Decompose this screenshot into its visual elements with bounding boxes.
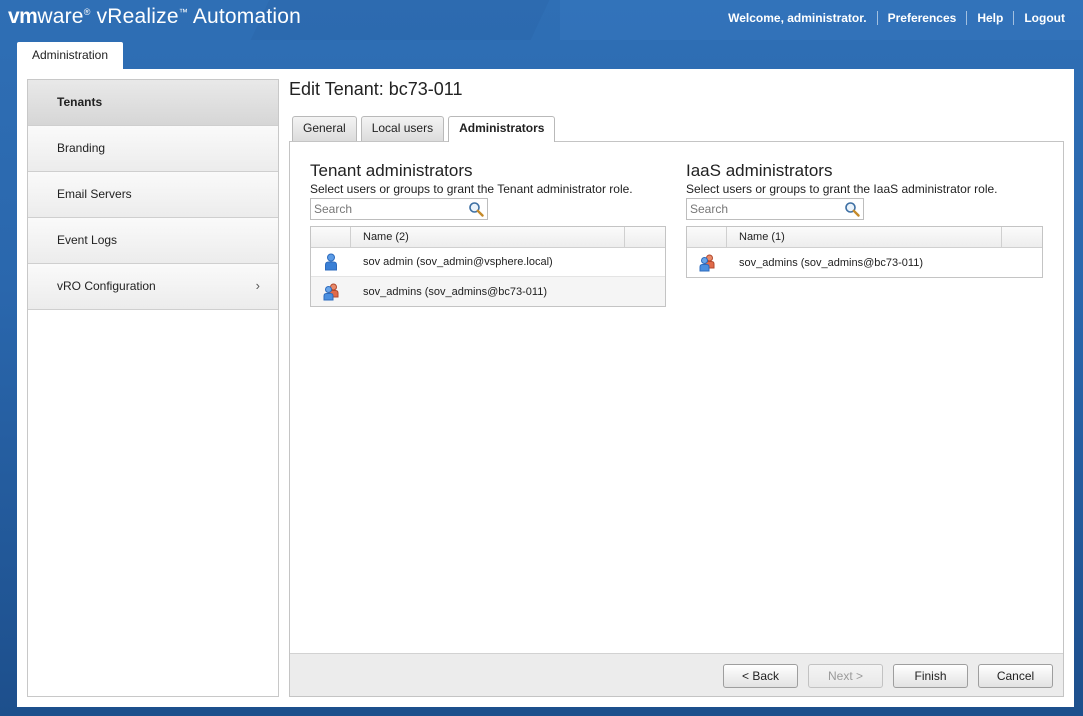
- search-input[interactable]: [311, 199, 461, 219]
- tab-panel: Tenant administrators Select users or gr…: [289, 141, 1064, 697]
- table-header: Name (1): [687, 227, 1042, 248]
- section-description: Select users or groups to grant the IaaS…: [686, 182, 998, 196]
- table-row[interactable]: sov_admins (sov_admins@bc73-011): [311, 277, 665, 306]
- tab-strip: General Local users Administrators: [292, 116, 559, 142]
- search-icon[interactable]: [468, 201, 484, 217]
- product-name: vRealize™ Automation: [96, 5, 302, 28]
- sidebar-item-label: Tenants: [57, 95, 103, 109]
- finish-button[interactable]: Finish: [893, 664, 968, 688]
- column-header-icon: [311, 227, 351, 247]
- divider: [966, 11, 968, 25]
- column-header-name[interactable]: Name (1): [727, 227, 1002, 247]
- table-row[interactable]: sov admin (sov_admin@vsphere.local): [311, 248, 665, 277]
- chevron-right-icon: ›: [255, 278, 260, 293]
- sidebar-item-label: Event Logs: [57, 233, 118, 247]
- sidebar-item-label: Branding: [57, 141, 106, 155]
- tab-administration[interactable]: Administration: [17, 42, 123, 70]
- tenant-admins-table: Name (2) sov admin (sov_admin@vsphere.lo…: [310, 226, 666, 307]
- divider: [876, 11, 878, 25]
- table-row[interactable]: sov_admins (sov_admins@bc73-011): [687, 248, 1042, 277]
- column-header-icon: [687, 227, 727, 247]
- search-input[interactable]: [687, 199, 837, 219]
- section-title: Tenant administrators: [310, 161, 473, 180]
- iaas-admins-table: Name (1) sov_admins (sov_admins@bc73-011…: [686, 226, 1043, 278]
- page-title: Edit Tenant: bc73-011: [289, 79, 463, 99]
- help-link[interactable]: Help: [977, 11, 1003, 25]
- cancel-button[interactable]: Cancel: [978, 664, 1053, 688]
- group-icon: [699, 254, 715, 271]
- section-title: IaaS administrators: [686, 161, 833, 180]
- tenant-admins-search: [310, 198, 488, 220]
- content-area: Edit Tenant: bc73-011 General Local user…: [289, 79, 1064, 697]
- column-header-spacer: [1002, 227, 1042, 247]
- table-header: Name (2): [311, 227, 665, 248]
- next-button[interactable]: Next >: [808, 664, 883, 688]
- iaas-admins-search: [686, 198, 864, 220]
- wizard-footer: < Back Next > Finish Cancel: [290, 653, 1063, 696]
- group-icon: [323, 283, 339, 300]
- sidebar-item-vro-configuration[interactable]: vRO Configuration ›: [28, 264, 278, 310]
- back-button[interactable]: < Back: [723, 664, 798, 688]
- logout-link[interactable]: Logout: [1024, 11, 1065, 25]
- divider: [1013, 11, 1015, 25]
- iaas-admins-section: IaaS administrators Select users or grou…: [686, 160, 1043, 278]
- column-header-name[interactable]: Name (2): [351, 227, 625, 247]
- top-links: Welcome, administrator. Preferences Help…: [728, 11, 1065, 25]
- tab-local-users[interactable]: Local users: [360, 116, 445, 141]
- preferences-link[interactable]: Preferences: [888, 11, 957, 25]
- tab-administrators[interactable]: Administrators: [448, 116, 556, 142]
- sidebar-item-email-servers[interactable]: Email Servers: [28, 172, 278, 218]
- user-icon: [325, 253, 337, 271]
- app-logo: vmware® vRealize™ Automation: [8, 5, 302, 28]
- sidebar-item-tenants[interactable]: Tenants: [28, 80, 278, 126]
- welcome-text: Welcome, administrator.: [728, 11, 867, 25]
- sidebar-item-branding[interactable]: Branding: [28, 126, 278, 172]
- row-name: sov admin (sov_admin@vsphere.local): [363, 256, 553, 268]
- top-banner: vmware® vRealize™ Automation Welcome, ad…: [0, 0, 1083, 40]
- tenant-admins-section: Tenant administrators Select users or gr…: [310, 160, 666, 307]
- row-name: sov_admins (sov_admins@bc73-011): [739, 256, 923, 269]
- search-icon[interactable]: [844, 201, 860, 217]
- column-header-spacer: [625, 227, 665, 247]
- section-description: Select users or groups to grant the Tena…: [310, 182, 633, 196]
- sidebar-item-label: vRO Configuration: [57, 279, 156, 293]
- main-frame: Tenants Branding Email Servers Event Log…: [17, 69, 1074, 707]
- tab-general[interactable]: General: [292, 116, 357, 141]
- sidebar-item-label: Email Servers: [57, 187, 132, 201]
- sidebar: Tenants Branding Email Servers Event Log…: [27, 79, 279, 697]
- sidebar-item-event-logs[interactable]: Event Logs: [28, 218, 278, 264]
- row-name: sov_admins (sov_admins@bc73-011): [363, 285, 547, 298]
